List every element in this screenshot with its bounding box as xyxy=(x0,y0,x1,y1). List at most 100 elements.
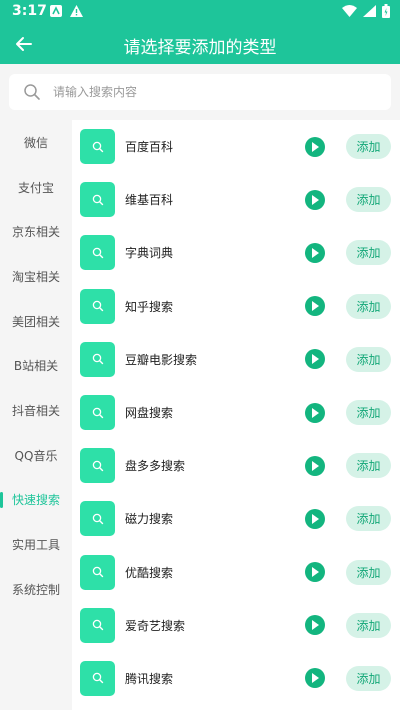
sidebar-item-label: 淘宝相关 xyxy=(11,269,60,284)
status-time: 3:17 xyxy=(12,3,47,19)
search-box[interactable] xyxy=(9,74,391,110)
search-icon xyxy=(92,566,103,578)
list-item: 盘多多搜索 添加 xyxy=(72,439,400,492)
sidebar-item-label: 抖音相关 xyxy=(11,403,60,418)
notification-a-icon xyxy=(50,5,62,17)
play-icon xyxy=(312,301,319,312)
item-label: 百度百科 xyxy=(125,140,174,155)
play-icon xyxy=(312,460,319,471)
play-button[interactable] xyxy=(305,668,325,689)
app-bar: 请选择要添加的类型 xyxy=(0,24,400,64)
play-button[interactable] xyxy=(305,508,325,529)
item-label: 豆瓣电影搜索 xyxy=(125,352,198,367)
play-icon xyxy=(312,247,319,258)
list-item: 知乎搜索 添加 xyxy=(72,280,400,333)
sidebar-item-label: 支付宝 xyxy=(17,180,54,195)
item-label: 字典词典 xyxy=(125,246,174,261)
search-icon xyxy=(92,247,103,259)
item-label: 知乎搜索 xyxy=(125,299,174,314)
item-list: 百度百科 添加 维基百科 添加 字典词典 添加 知乎搜索 添加 豆瓣电影搜索 添… xyxy=(72,120,400,710)
sidebar-item-douyin[interactable]: 抖音相关 xyxy=(0,388,72,433)
search-icon xyxy=(92,513,103,525)
search-area xyxy=(0,64,400,120)
play-button[interactable] xyxy=(305,615,325,636)
add-button[interactable]: 添加 xyxy=(346,346,391,372)
sidebar-item-label: 美团相关 xyxy=(11,314,60,329)
status-bar: 3:17 xyxy=(0,0,400,24)
sidebar-item-qq-music[interactable]: QQ音乐 xyxy=(0,433,72,478)
sidebar-item-label: QQ音乐 xyxy=(14,448,58,463)
list-item: 维基百科 添加 xyxy=(72,173,400,226)
play-button[interactable] xyxy=(305,189,325,210)
sidebar-item-label: B站相关 xyxy=(13,359,59,374)
signal-icon xyxy=(363,5,376,17)
search-icon xyxy=(92,141,103,152)
search-icon xyxy=(92,620,103,631)
add-button[interactable]: 添加 xyxy=(346,612,391,638)
item-thumbnail xyxy=(80,182,115,218)
add-button[interactable]: 添加 xyxy=(346,506,391,532)
item-thumbnail xyxy=(80,235,115,271)
item-label: 腾讯搜索 xyxy=(125,671,174,686)
item-thumbnail xyxy=(80,129,115,165)
add-button[interactable]: 添加 xyxy=(346,559,391,585)
sidebar-item-quick-search[interactable]: 快速搜索 xyxy=(0,478,72,523)
play-icon xyxy=(312,354,319,365)
search-icon xyxy=(92,300,103,312)
play-icon xyxy=(312,194,319,205)
sidebar-item-meituan[interactable]: 美团相关 xyxy=(0,299,72,344)
sidebar-item-bilibili[interactable]: B站相关 xyxy=(0,343,72,388)
search-icon xyxy=(92,460,103,471)
play-button[interactable] xyxy=(305,242,325,263)
add-button[interactable]: 添加 xyxy=(346,187,391,213)
add-button[interactable]: 添加 xyxy=(346,665,391,691)
page-title: 请选择要添加的类型 xyxy=(123,38,277,58)
item-thumbnail xyxy=(80,395,115,431)
sidebar-item-alipay[interactable]: 支付宝 xyxy=(0,165,72,210)
sidebar-item-taobao[interactable]: 淘宝相关 xyxy=(0,254,72,299)
search-icon xyxy=(92,354,103,365)
wifi-icon xyxy=(342,5,357,17)
add-button[interactable]: 添加 xyxy=(346,134,391,160)
warning-icon xyxy=(70,5,83,17)
search-input[interactable] xyxy=(53,85,353,99)
sidebar-item-label: 京东相关 xyxy=(11,225,60,240)
item-label: 维基百科 xyxy=(125,193,174,208)
list-item: 字典词典 添加 xyxy=(72,226,400,279)
add-button[interactable]: 添加 xyxy=(346,453,391,479)
status-system-icons xyxy=(342,4,390,18)
item-label: 爱奇艺搜索 xyxy=(125,618,186,633)
play-button[interactable] xyxy=(305,455,325,476)
search-icon xyxy=(24,84,40,100)
sidebar-item-label: 微信 xyxy=(23,135,48,150)
play-button[interactable] xyxy=(305,349,325,370)
play-icon xyxy=(312,407,319,418)
add-button[interactable]: 添加 xyxy=(346,293,391,319)
play-icon xyxy=(312,620,319,631)
play-button[interactable] xyxy=(305,296,325,317)
sidebar-item-system-control[interactable]: 系统控制 xyxy=(0,567,72,612)
item-thumbnail xyxy=(80,501,115,537)
add-button[interactable]: 添加 xyxy=(346,240,391,266)
play-button[interactable] xyxy=(305,136,325,157)
item-thumbnail xyxy=(80,288,115,324)
play-button[interactable] xyxy=(305,402,325,423)
list-item: 豆瓣电影搜索 添加 xyxy=(72,333,400,386)
sidebar-item-jd[interactable]: 京东相关 xyxy=(0,209,72,254)
sidebar-item-wechat[interactable]: 微信 xyxy=(0,120,72,165)
play-icon xyxy=(312,141,319,152)
item-thumbnail xyxy=(80,341,115,377)
add-button[interactable]: 添加 xyxy=(346,400,391,426)
list-item: 爱奇艺搜索 添加 xyxy=(72,599,400,652)
play-button[interactable] xyxy=(305,562,325,583)
sidebar-item-tools[interactable]: 实用工具 xyxy=(0,522,72,567)
play-icon xyxy=(312,673,319,684)
item-label: 盘多多搜索 xyxy=(125,459,186,474)
search-icon xyxy=(92,407,103,418)
sidebar-item-label: 快速搜索 xyxy=(11,493,60,508)
search-icon xyxy=(92,194,103,205)
item-thumbnail xyxy=(80,554,115,590)
search-icon xyxy=(92,673,103,684)
item-label: 磁力搜索 xyxy=(125,512,174,527)
battery-icon xyxy=(382,4,390,18)
